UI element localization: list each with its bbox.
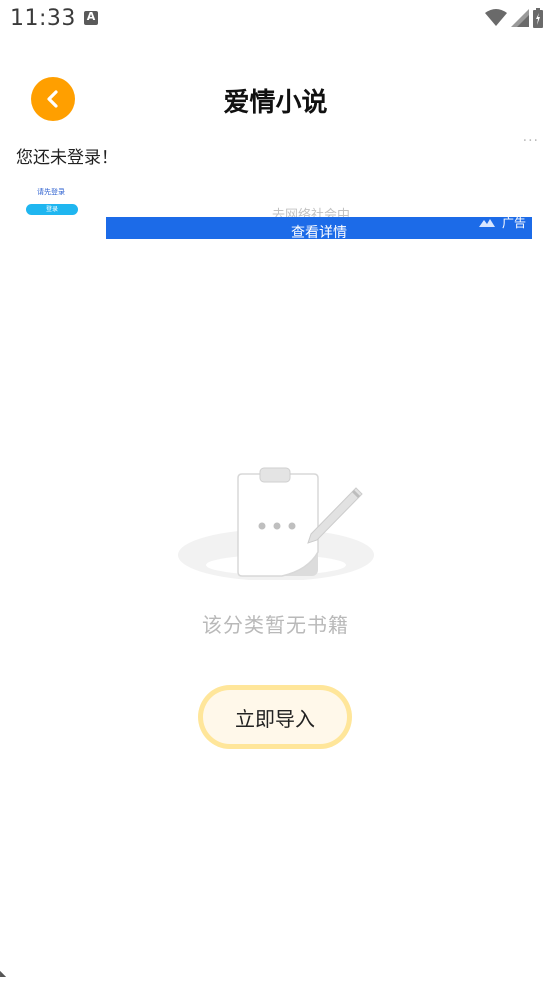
app-notification-letter: A	[86, 10, 96, 23]
import-now-label: 立即导入	[203, 690, 347, 744]
ad-logo-icon	[478, 218, 495, 227]
ad-thumbnail-button: 登录	[26, 204, 78, 215]
status-bar: 11:33 A	[0, 0, 551, 38]
login-notice[interactable]: 您还未登录！	[16, 143, 118, 168]
import-now-button[interactable]: 立即导入	[198, 685, 352, 749]
more-options-icon[interactable]: ···	[523, 133, 539, 149]
wifi-icon	[485, 9, 507, 26]
corner-mark: ◣	[0, 969, 7, 978]
ad-tag: 广告	[478, 217, 526, 231]
page-title: 爱情小说	[223, 88, 328, 118]
status-time: 11:33	[10, 6, 76, 31]
ad-banner[interactable]: 查看详情 广告	[106, 217, 532, 239]
app-notification-icon: A	[84, 10, 98, 25]
ad-thumbnail[interactable]: 请先登录 登录	[16, 183, 86, 219]
ad-thumbnail-text: 请先登录	[37, 188, 65, 196]
battery-icon	[533, 8, 543, 28]
status-indicators	[485, 8, 543, 28]
empty-notepad-icon	[178, 467, 374, 580]
ad-tag-label: 广告	[501, 217, 526, 230]
empty-state-message: 该分类暂无书籍	[202, 613, 349, 637]
ad-banner-label: 查看详情	[291, 225, 347, 239]
signal-icon	[511, 9, 529, 27]
